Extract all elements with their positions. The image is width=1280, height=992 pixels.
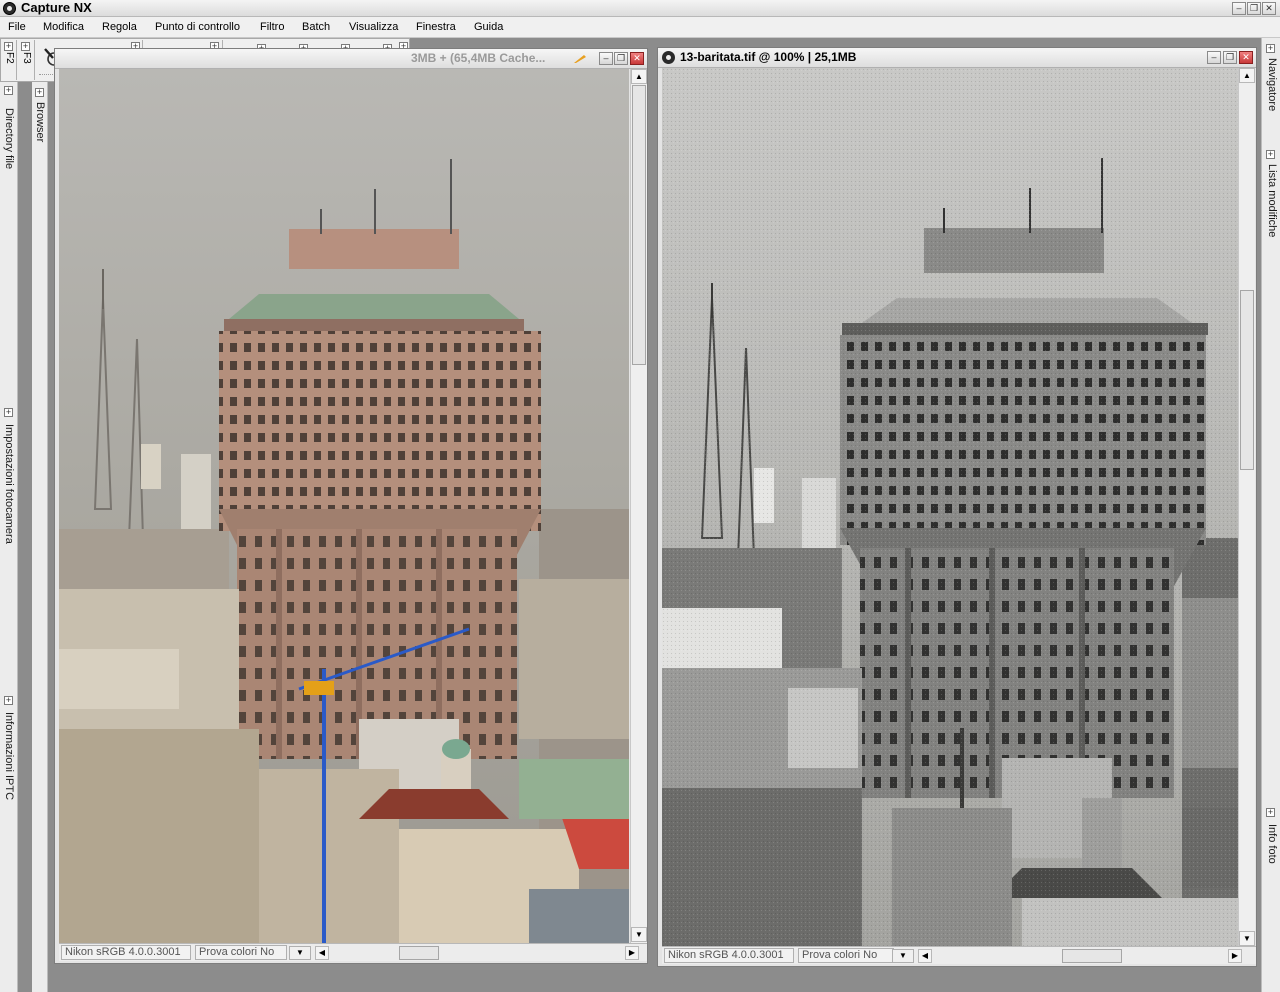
doc-right-vscroll-thumb[interactable] (1240, 290, 1254, 470)
app-minimize-button[interactable]: – (1232, 2, 1246, 15)
menu-modifica[interactable]: Modifica (43, 20, 84, 35)
doc-left-vertical-scrollbar[interactable]: ▲ ▼ (630, 69, 647, 945)
plus-icon[interactable]: + (4, 42, 13, 51)
color-profile-field: Nikon sRGB 4.0.0.3001 (664, 948, 794, 963)
document-window-left[interactable]: 3MB + (65,4MB Cache... – ❐ ✕ ▲ ▼ Nikon s… (54, 48, 648, 964)
panel-tab-directory[interactable]: Directory file (3, 108, 15, 169)
menu-finestra[interactable]: Finestra (416, 20, 456, 35)
right-panel-dock: + Navigatore + Lista modifiche + Info fo… (1261, 38, 1280, 992)
panel-tab-camera-settings[interactable]: Impostazioni fotocamera (3, 424, 15, 544)
shortcut-label-f2: F2 (4, 52, 15, 64)
plus-icon[interactable]: + (1266, 150, 1275, 159)
doc-right-minimize-button[interactable]: – (1207, 51, 1221, 64)
doc-left-restore-button[interactable]: ❐ (614, 52, 628, 65)
toolbar-group-f3: + F3 (17, 40, 35, 80)
left-panel-dock: + Directory file + Impostazioni fotocame… (0, 38, 18, 992)
menu-punto-di-controllo[interactable]: Punto di controllo (155, 20, 240, 35)
doc-left-close-button[interactable]: ✕ (630, 52, 644, 65)
menu-filtro[interactable]: Filtro (260, 20, 284, 35)
panel-tab-iptc[interactable]: Informazioni IPTC (3, 712, 15, 800)
doc-left-hscroll-thumb[interactable] (399, 946, 439, 960)
doc-right-title: 13-baritata.tif @ 100% | 25,1MB (680, 50, 857, 64)
capture-nx-app: Capture NX – ❐ ✕ File Modifica Regola Pu… (0, 0, 1280, 992)
soft-proof-dropdown-icon[interactable]: ▼ (289, 946, 311, 960)
browser-panel-dock: + Browser (32, 38, 48, 992)
torre-velasca-bw-photo (662, 68, 1238, 946)
doc-left-title: 3MB + (65,4MB Cache... (411, 51, 546, 65)
plus-icon[interactable]: + (35, 88, 44, 97)
doc-left-titlebar[interactable]: 3MB + (65,4MB Cache... – ❐ ✕ (55, 49, 647, 69)
menu-bar: File Modifica Regola Punto di controllo … (0, 17, 1280, 38)
plus-icon[interactable]: + (1266, 808, 1275, 817)
menu-visualizza[interactable]: Visualizza (349, 20, 398, 35)
plus-icon[interactable]: + (1266, 44, 1275, 53)
scroll-left-arrow-icon[interactable]: ◀ (918, 949, 932, 963)
doc-right-titlebar[interactable]: 13-baritata.tif @ 100% | 25,1MB – ❐ ✕ (658, 48, 1256, 68)
plus-icon[interactable]: + (4, 408, 13, 417)
app-titlebar: Capture NX – ❐ ✕ (0, 0, 1280, 17)
panel-tab-navigator[interactable]: Navigatore (1266, 58, 1278, 111)
scroll-up-arrow-icon[interactable]: ▲ (631, 69, 647, 84)
plus-icon[interactable]: + (21, 42, 30, 51)
menu-guida[interactable]: Guida (474, 20, 503, 35)
soft-proof-dropdown-icon[interactable]: ▼ (892, 949, 914, 963)
document-icon (662, 51, 675, 64)
scroll-down-arrow-icon[interactable]: ▼ (1239, 931, 1255, 946)
torre-velasca-color-photo (59, 69, 629, 943)
scroll-right-arrow-icon[interactable]: ▶ (625, 946, 639, 960)
scroll-down-arrow-icon[interactable]: ▼ (631, 927, 647, 942)
doc-left-vscroll-thumb[interactable] (632, 85, 646, 365)
photo-canvas-color[interactable] (59, 69, 629, 943)
scroll-up-arrow-icon[interactable]: ▲ (1239, 68, 1255, 83)
panel-tab-browser[interactable]: Browser (34, 102, 46, 142)
doc-left-minimize-button[interactable]: – (599, 52, 613, 65)
soft-proof-field: Prova colori No (798, 948, 894, 963)
color-profile-field: Nikon sRGB 4.0.0.3001 (61, 945, 191, 960)
pencil-icon (574, 55, 586, 63)
scroll-left-arrow-icon[interactable]: ◀ (315, 946, 329, 960)
panel-tab-edit-list[interactable]: Lista modifiche (1266, 164, 1278, 237)
plus-icon[interactable]: + (4, 86, 13, 95)
document-window-right[interactable]: 13-baritata.tif @ 100% | 25,1MB – ❐ ✕ ▲ … (657, 47, 1257, 967)
app-close-button[interactable]: ✕ (1262, 2, 1276, 15)
doc-right-close-button[interactable]: ✕ (1239, 51, 1253, 64)
doc-left-statusbar: Nikon sRGB 4.0.0.3001 Prova colori No ▼ … (59, 943, 647, 961)
soft-proof-field: Prova colori No (195, 945, 287, 960)
doc-right-restore-button[interactable]: ❐ (1223, 51, 1237, 64)
toolbar-group-f2: + F2 (1, 40, 17, 80)
scroll-right-arrow-icon[interactable]: ▶ (1228, 949, 1242, 963)
app-logo-icon (3, 2, 16, 15)
app-title: Capture NX (21, 0, 92, 15)
menu-batch[interactable]: Batch (302, 20, 330, 35)
photo-canvas-bw[interactable] (662, 68, 1238, 946)
menu-regola[interactable]: Regola (102, 20, 137, 35)
doc-right-statusbar: Nikon sRGB 4.0.0.3001 Prova colori No ▼ … (662, 946, 1256, 964)
doc-right-vertical-scrollbar[interactable]: ▲ ▼ (1238, 68, 1255, 948)
plus-icon[interactable]: + (4, 696, 13, 705)
menu-file[interactable]: File (8, 20, 26, 35)
panel-tab-photo-info[interactable]: Info foto (1266, 824, 1278, 864)
app-restore-button[interactable]: ❐ (1247, 2, 1261, 15)
doc-right-hscroll-thumb[interactable] (1062, 949, 1122, 963)
shortcut-label-f3: F3 (21, 52, 32, 64)
